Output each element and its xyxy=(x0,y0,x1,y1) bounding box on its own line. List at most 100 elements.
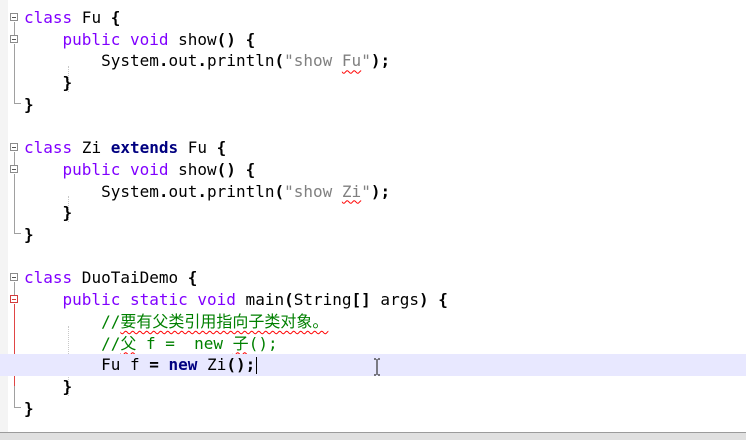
code-token: println xyxy=(207,181,275,201)
code-line[interactable] xyxy=(0,246,746,268)
code-token: public void xyxy=(62,29,169,49)
code-token: new xyxy=(168,355,198,375)
code-token: . xyxy=(197,51,208,71)
code-line[interactable]: } xyxy=(0,94,746,116)
code-token: } xyxy=(24,225,34,244)
code-text: } xyxy=(24,202,73,224)
code-text: public void show() { xyxy=(24,159,256,181)
code-token: { xyxy=(216,138,227,158)
code-token: class xyxy=(24,138,73,158)
code-token: class xyxy=(24,268,73,288)
code-token: args xyxy=(370,290,419,310)
code-token: f = new xyxy=(136,333,233,353)
code-text: Fu f = new Zi(); xyxy=(24,354,258,376)
code-line[interactable]: class DuoTaiDemo { xyxy=(0,267,746,289)
code-text: class DuoTaiDemo { xyxy=(24,267,197,289)
code-token: ( xyxy=(274,181,285,201)
code-line[interactable]: //要有父类引用指向子类对象。 xyxy=(0,311,746,333)
code-token: . xyxy=(158,51,169,71)
code-token: DuoTaiDemo xyxy=(72,268,188,288)
code-token: Zi xyxy=(72,138,111,158)
code-token: ) xyxy=(418,290,429,310)
code-line[interactable]: } xyxy=(0,202,746,224)
code-token: "show xyxy=(284,51,342,71)
code-token: { xyxy=(438,290,448,310)
code-line[interactable]: public void show() { xyxy=(0,159,746,181)
code-line[interactable]: System.out.println("show Fu"); xyxy=(0,50,746,72)
text-caret xyxy=(256,357,258,375)
code-line[interactable]: System.out.println("show Zi"); xyxy=(0,181,746,203)
code-token: show xyxy=(168,29,217,49)
code-line[interactable] xyxy=(0,116,746,138)
code-token: System xyxy=(24,51,159,71)
code-token: ); xyxy=(370,51,391,71)
code-token: . xyxy=(158,181,169,201)
code-token: ( xyxy=(274,51,285,71)
code-token: Fu xyxy=(72,8,111,27)
code-token: [] xyxy=(351,290,371,310)
code-token: Zi xyxy=(341,181,362,201)
code-line[interactable]: public static void main(String[] args) { xyxy=(0,289,746,311)
code-token: . xyxy=(197,181,208,201)
code-line[interactable]: } xyxy=(0,224,746,246)
code-token: Fu xyxy=(178,138,217,158)
code-token: " xyxy=(361,51,371,71)
code-token: } xyxy=(24,398,34,418)
code-editor[interactable]: class Fu { public void show() { System.o… xyxy=(0,0,746,432)
code-line[interactable]: } xyxy=(0,72,746,94)
code-token: public void xyxy=(62,159,169,179)
code-token: // xyxy=(101,333,121,353)
code-token: = xyxy=(149,355,159,375)
code-text: System.out.println("show Fu"); xyxy=(24,50,390,72)
code-line[interactable]: public void show() { xyxy=(0,29,746,51)
code-token: { xyxy=(110,8,121,27)
code-token: 父 xyxy=(120,333,137,353)
code-token: println xyxy=(207,51,275,71)
code-token: 子 xyxy=(232,333,249,353)
code-token: } xyxy=(24,94,34,114)
code-text: class Zi extends Fu { xyxy=(24,137,226,159)
code-token: main xyxy=(235,290,285,310)
code-token: String xyxy=(293,290,352,310)
code-token: public static void xyxy=(62,290,236,310)
code-token: Zi xyxy=(197,355,227,375)
code-token: class xyxy=(24,8,73,27)
code-text: } xyxy=(24,224,34,246)
code-line[interactable]: } xyxy=(0,376,746,398)
code-token: 要有父类引用指向子类对象。 xyxy=(120,311,329,331)
code-token: () xyxy=(216,29,236,49)
code-token: { xyxy=(245,159,256,179)
code-text: public void show() { xyxy=(24,29,256,51)
code-text: System.out.println("show Zi"); xyxy=(24,181,390,203)
code-token: // xyxy=(101,311,121,331)
code-text: } xyxy=(24,94,34,116)
code-text: public static void main(String[] args) { xyxy=(24,289,448,311)
code-line[interactable]: class Zi extends Fu { xyxy=(0,137,746,159)
code-token: (); xyxy=(248,333,278,353)
code-token: ( xyxy=(284,290,294,310)
code-line[interactable]: } xyxy=(0,398,746,420)
code-line[interactable]: //父 f = new 子(); xyxy=(0,333,746,355)
code-token: extends xyxy=(110,138,179,158)
code-text: class Fu { xyxy=(24,7,120,29)
code-text: } xyxy=(24,398,34,420)
code-token: out xyxy=(168,51,198,71)
code-line[interactable]: class Fu { xyxy=(0,7,746,29)
status-bar xyxy=(0,432,746,440)
code-token: Fu xyxy=(341,51,362,71)
code-text: //父 f = new 子(); xyxy=(24,333,278,355)
code-token: { xyxy=(187,268,198,288)
code-token: (); xyxy=(226,355,256,375)
code-token: show xyxy=(168,159,217,179)
code-token: "show xyxy=(284,181,342,201)
